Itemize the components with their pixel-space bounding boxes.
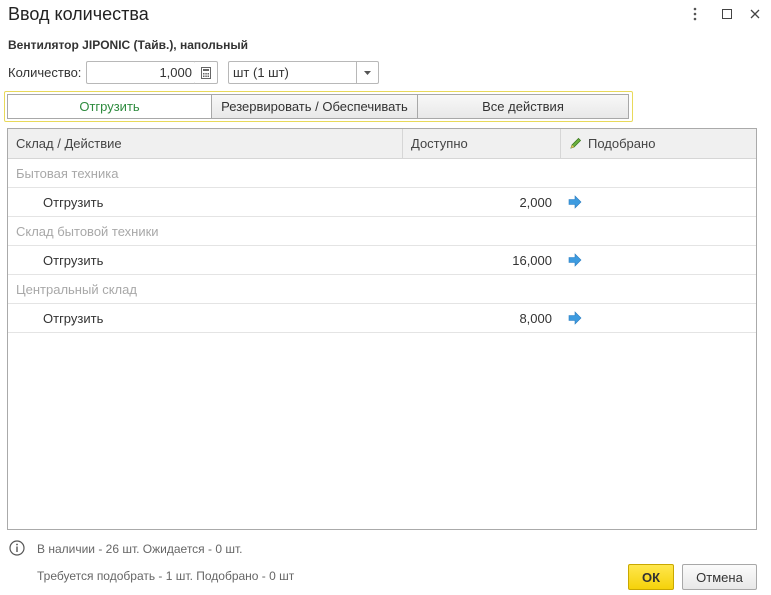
maximize-icon[interactable] xyxy=(716,4,738,24)
action-cell: Отгрузить xyxy=(43,253,104,268)
unit-select[interactable]: шт (1 шт) xyxy=(228,61,357,84)
column-header-picked[interactable]: Подобрано xyxy=(561,129,756,158)
table-header: Склад / Действие Доступно Подобрано xyxy=(8,129,756,159)
pick-arrow-icon[interactable] xyxy=(568,311,582,325)
ship-button[interactable]: Отгрузить xyxy=(7,94,212,119)
picked-cell xyxy=(560,304,756,332)
pencil-icon xyxy=(569,137,582,150)
ok-button[interactable]: ОК xyxy=(628,564,674,590)
available-cell: 8,000 xyxy=(519,311,552,326)
cancel-button[interactable]: Отмена xyxy=(682,564,757,590)
warehouse-group-row[interactable]: Склад бытовой техники xyxy=(8,217,756,246)
picked-cell xyxy=(560,188,756,216)
reserve-button[interactable]: Резервировать / Обеспечивать xyxy=(212,94,418,119)
quantity-input[interactable]: 1,000 xyxy=(86,61,196,84)
quantity-label: Количество: xyxy=(8,65,82,80)
table-row[interactable]: Отгрузить 8,000 xyxy=(8,304,756,333)
close-icon[interactable] xyxy=(744,4,766,24)
available-cell: 16,000 xyxy=(512,253,552,268)
pick-arrow-icon[interactable] xyxy=(568,253,582,267)
warehouse-group-row[interactable]: Центральный склад xyxy=(8,275,756,304)
more-menu-icon[interactable] xyxy=(684,4,706,24)
action-cell: Отгрузить xyxy=(43,311,104,326)
available-cell: 2,000 xyxy=(519,195,552,210)
dropdown-arrow-icon[interactable] xyxy=(356,61,379,84)
product-name: Вентилятор JIPONIC (Тайв.), напольный xyxy=(8,38,249,52)
column-header-available[interactable]: Доступно xyxy=(403,129,561,158)
column-header-warehouse[interactable]: Склад / Действие xyxy=(8,129,403,158)
table-row[interactable]: Отгрузить 2,000 xyxy=(8,188,756,217)
picked-header-label: Подобрано xyxy=(588,136,656,151)
all-actions-button[interactable]: Все действия xyxy=(418,94,629,119)
action-cell: Отгрузить xyxy=(43,195,104,210)
picked-cell xyxy=(560,246,756,274)
calculator-icon[interactable] xyxy=(195,61,218,84)
requirement-info: Требуется подобрать - 1 шт. Подобрано - … xyxy=(37,569,295,583)
availability-info: В наличии - 26 шт. Ожидается - 0 шт. xyxy=(37,542,243,556)
table-row[interactable]: Отгрузить 16,000 xyxy=(8,246,756,275)
action-buttons: Отгрузить Резервировать / Обеспечивать В… xyxy=(7,94,629,119)
info-icon xyxy=(9,540,25,559)
pick-arrow-icon[interactable] xyxy=(568,195,582,209)
window-title: Ввод количества xyxy=(8,4,149,24)
warehouse-table: Склад / Действие Доступно Подобрано Быто… xyxy=(7,128,757,530)
warehouse-group-row[interactable]: Бытовая техника xyxy=(8,159,756,188)
